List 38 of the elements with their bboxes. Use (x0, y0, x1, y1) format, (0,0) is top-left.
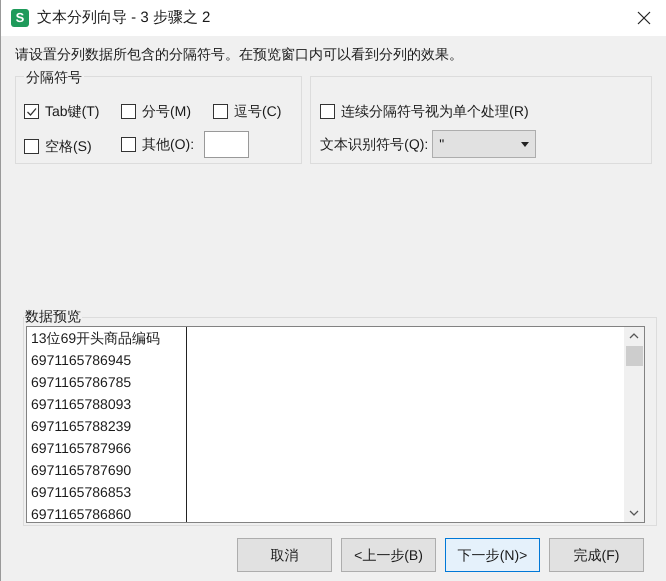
checkbox-label[interactable]: 逗号(C) (234, 101, 282, 122)
preview-cell-text: 6971165786785 (31, 373, 132, 392)
checkbox[interactable] (320, 104, 336, 119)
checkbox[interactable] (24, 104, 39, 119)
preview-cell-text: 13位69开头商品编码 (31, 329, 162, 348)
preview-cell-text: 6971165788093 (31, 395, 132, 414)
checkbox[interactable] (24, 138, 39, 154)
preview-cell-text: 6971165786853 (31, 483, 132, 502)
checkbox-label[interactable]: 空格(S) (45, 136, 92, 156)
scroll-down-icon[interactable] (629, 510, 639, 516)
qualifier-label: 文本识别符号(Q): (320, 134, 428, 154)
scroll-up-icon[interactable] (629, 333, 639, 339)
instruction-text: 请设置分列数据所包含的分隔符号。在预览窗口内可以看到分列的效果。 (15, 45, 464, 64)
preview-cell-text: 6971165786945 (31, 351, 132, 370)
group-title: 数据预览 (24, 308, 82, 324)
checkbox-label[interactable]: Tab键(T) (45, 101, 100, 122)
checkbox[interactable] (121, 137, 136, 152)
preview-cell-text: 6971165787966 (31, 439, 132, 458)
checkbox-label[interactable]: 其他(O): (142, 134, 194, 155)
preview-cell-text: 6971165788239 (31, 417, 132, 436)
qualifier-dropdown[interactable]: " (432, 130, 536, 158)
other-input-field[interactable] (204, 131, 250, 158)
scroll-thumb[interactable] (626, 346, 642, 366)
caret-icon (521, 142, 530, 146)
checkbox-label[interactable]: 连续分隔符号视为单个处理(R) (341, 101, 529, 122)
dialog-button[interactable]: 下一步(N)> (445, 538, 540, 572)
dialog-button[interactable]: 取消 (237, 538, 332, 572)
dialog-button[interactable]: <上一步(B) (341, 538, 436, 572)
close-icon[interactable] (636, 10, 652, 26)
checkbox[interactable] (121, 104, 136, 119)
app-icon: S (11, 9, 29, 27)
scrollbar[interactable] (624, 327, 644, 522)
preview-cell-text: 6971165786860 (31, 505, 132, 522)
window-title: 文本分列向导 - 3 步骤之 2 (37, 8, 210, 28)
dialog-button[interactable]: 完成(F) (549, 538, 644, 572)
checkbox[interactable] (213, 104, 228, 119)
checkbox-label[interactable]: 分号(M) (142, 101, 191, 122)
preview-cell-text: 6971165787690 (31, 461, 132, 480)
